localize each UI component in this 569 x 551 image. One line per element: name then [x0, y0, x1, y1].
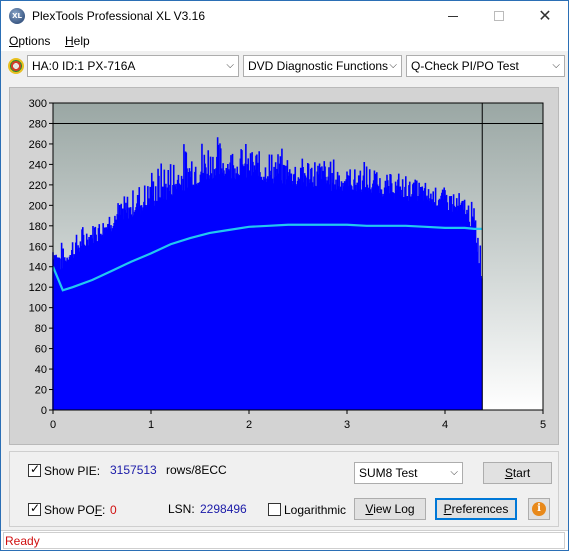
- test-select-value: Q-Check PI/PO Test: [411, 59, 519, 73]
- y-tick-label: 160: [29, 241, 47, 253]
- toolbar: HA:0 ID:1 PX-716A ⌵ DVD Diagnostic Funct…: [1, 53, 568, 81]
- disc-drive-icon: [8, 58, 24, 74]
- control-panel: ✓ Show PIE: 3157513 rows/8ECC SUM8 Test …: [9, 451, 559, 527]
- y-tick-label: 120: [29, 282, 47, 294]
- show-pof-checkbox[interactable]: ✓: [28, 501, 41, 516]
- close-icon: ✕: [538, 6, 552, 25]
- status-frame: [3, 532, 565, 549]
- menu-bar: Options Help: [1, 31, 568, 51]
- check-icon: ✓: [30, 462, 41, 476]
- x-tick-label: 2: [246, 419, 252, 431]
- y-tick-label: 300: [29, 98, 47, 110]
- start-button[interactable]: Start: [483, 462, 552, 484]
- chevron-down-icon: ⌵: [389, 60, 397, 71]
- test-select[interactable]: Q-Check PI/PO Test ⌵: [406, 55, 565, 77]
- menu-options-accel: O: [9, 34, 19, 48]
- minimize-icon: [448, 15, 458, 17]
- lsn-value: 2298496: [200, 502, 247, 516]
- x-tick-label: 3: [344, 419, 350, 431]
- show-pof-label-pre: Show PO: [44, 503, 95, 517]
- chevron-down-icon: ⌵: [450, 467, 458, 478]
- start-label: tart: [512, 466, 531, 480]
- pipo-chart: 0204060801001201401601802002202402602803…: [29, 98, 546, 431]
- chart-panel: 0 20 40 60 80 100 120 140 160 180 200 220 240 260 280 3…: [9, 87, 559, 445]
- y-tick-label: 20: [35, 385, 47, 397]
- y-tick-label: 80: [35, 323, 47, 335]
- function-select-value: DVD Diagnostic Functions: [248, 59, 389, 73]
- logarithmic-label: Logarithmic: [284, 503, 347, 517]
- y-tick-label: 260: [29, 139, 47, 151]
- menu-options[interactable]: Options: [9, 34, 50, 48]
- maximize-button[interactable]: [476, 1, 522, 31]
- view-log-button[interactable]: View Log: [354, 498, 426, 520]
- pie-unit: rows/8ECC: [166, 463, 227, 477]
- menu-help-label: elp: [73, 34, 90, 48]
- y-tick-label: 280: [29, 118, 47, 130]
- pof-value: 0: [110, 503, 117, 517]
- show-pie-label: Show PIE:: [44, 464, 101, 478]
- app-logo-icon: XL: [9, 8, 25, 24]
- pie-value: 3157513: [110, 463, 157, 477]
- x-tick-label: 4: [442, 419, 448, 431]
- sum8-test-select-value: SUM8 Test: [359, 466, 418, 480]
- y-tick-label: 180: [29, 221, 47, 233]
- y-tick-label: 220: [29, 180, 47, 192]
- drive-select[interactable]: HA:0 ID:1 PX-716A ⌵: [27, 55, 239, 77]
- window-title: PlexTools Professional XL V3.16: [32, 9, 205, 23]
- x-tick-label: 0: [50, 419, 56, 431]
- show-pof-label: Show POF:: [44, 503, 105, 517]
- x-tick-label: 1: [148, 419, 154, 431]
- menu-help-accel: H: [65, 34, 74, 48]
- y-tick-label: 200: [29, 200, 47, 212]
- app-window: XL PlexTools Professional XL V3.16 ✕ Opt…: [0, 0, 569, 551]
- drive-select-value: HA:0 ID:1 PX-716A: [32, 59, 136, 73]
- y-tick-label: 140: [29, 262, 47, 274]
- show-pof-label-accel: F: [94, 503, 103, 517]
- info-icon: i: [532, 502, 546, 516]
- title-bar: XL PlexTools Professional XL V3.16 ✕: [1, 1, 568, 31]
- show-pof-label-post: :: [102, 503, 106, 517]
- y-tick-label: 240: [29, 159, 47, 171]
- start-accel: S: [504, 466, 513, 480]
- logarithmic-checkbox[interactable]: [268, 503, 281, 516]
- close-button[interactable]: ✕: [522, 1, 568, 31]
- show-pie-checkbox[interactable]: ✓: [28, 462, 41, 477]
- preferences-label: references: [451, 502, 509, 516]
- maximize-icon: [494, 11, 504, 21]
- status-bar: Ready: [1, 530, 568, 550]
- y-tick-label: 100: [29, 303, 47, 315]
- y-tick-label: 40: [35, 364, 47, 376]
- menu-options-label: ptions: [18, 34, 51, 48]
- preferences-accel: P: [443, 502, 452, 516]
- check-icon: ✓: [30, 501, 41, 515]
- info-button[interactable]: i: [528, 498, 550, 520]
- sum8-test-select[interactable]: SUM8 Test ⌵: [354, 462, 463, 484]
- status-text: Ready: [5, 534, 40, 548]
- chevron-down-icon: ⌵: [552, 60, 560, 71]
- preferences-button[interactable]: Preferences: [435, 498, 517, 520]
- x-tick-label: 5: [540, 419, 546, 431]
- y-tick-label: 0: [41, 405, 47, 417]
- function-select[interactable]: DVD Diagnostic Functions ⌵: [243, 55, 402, 77]
- lsn-label: LSN:: [168, 502, 195, 516]
- chevron-down-icon: ⌵: [226, 60, 234, 71]
- view-log-label: iew Log: [373, 502, 415, 516]
- minimize-button[interactable]: [430, 1, 476, 31]
- y-tick-label: 60: [35, 344, 47, 356]
- menu-help[interactable]: Help: [65, 34, 90, 48]
